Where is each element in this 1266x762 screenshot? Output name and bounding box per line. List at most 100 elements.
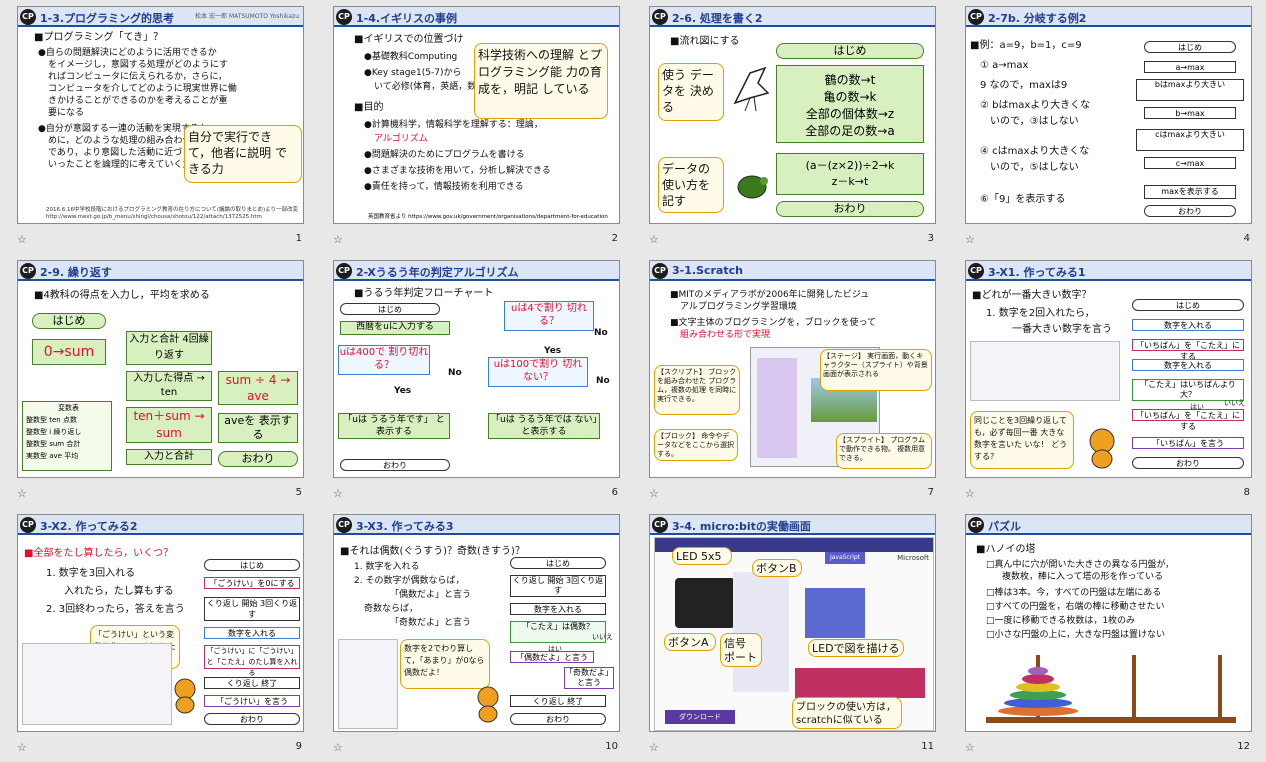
slide-number: 10 bbox=[605, 741, 618, 752]
flow-node: くり返し 終了 bbox=[204, 677, 300, 689]
text-line: いったことを論理的に考えていく力 bbox=[48, 160, 192, 170]
process-line: z－k→t bbox=[831, 175, 869, 188]
text-line: ■4教科の得点を入力し，平均を求める bbox=[34, 290, 210, 301]
callout: 使う データを 決める bbox=[658, 63, 724, 121]
text-line: ●問題解決のためにプログラムを書ける bbox=[364, 150, 525, 160]
logo-icon: CP bbox=[336, 517, 352, 533]
text-line: ●Key stage1(5-7)から bbox=[364, 68, 462, 78]
slide-cell-10[interactable]: CP 3-X3. 作ってみる3 ■それは偶数(ぐうすう)？奇数(きすう)？ 1. … bbox=[316, 508, 632, 762]
branch-label: Yes bbox=[544, 346, 562, 356]
slide-number: 12 bbox=[1237, 741, 1250, 752]
slide-header: CP 3-X1. 作ってみる1 bbox=[966, 261, 1251, 281]
text-line: ■ハノイの塔 bbox=[976, 544, 1036, 555]
radio-block bbox=[795, 668, 925, 698]
branch-label: はい bbox=[1190, 403, 1204, 411]
star-icon[interactable]: ☆ bbox=[17, 487, 27, 500]
flow-node: おわり bbox=[510, 713, 606, 725]
flow-node: おわり bbox=[218, 451, 298, 467]
star-icon[interactable]: ☆ bbox=[649, 487, 659, 500]
slide-cell-5[interactable]: CP 2-9. 繰り返す ■4教科の得点を入力し，平均を求める はじめ 0→sum… bbox=[0, 254, 316, 508]
callout: 【スプライト】 プログラムで動作できる物。 複数用意できる。 bbox=[836, 433, 932, 469]
callout: 数字を2でわり算して，「あまり」が0なら偶数だよ！ bbox=[400, 639, 490, 689]
star-icon[interactable]: ☆ bbox=[333, 487, 343, 500]
table-row: 整数型 sum 合計 bbox=[26, 440, 81, 448]
flow-node: b→max bbox=[1144, 107, 1236, 119]
slide-thumbnail[interactable]: CP 1-4.イギリスの事例 ■イギリスでの位置づけ ●基礎教科Computing… bbox=[333, 6, 620, 224]
text-line: ■MITのメディアラボが2006年に開発したビジュ bbox=[670, 290, 870, 300]
slide-thumbnail[interactable]: CP 1-3.プログラミング的思考 松本 宏一郎 MATSUMOTO Yoshika… bbox=[17, 6, 304, 224]
flow-node: cはmaxより大きい bbox=[1136, 129, 1244, 151]
flow-node: 0→sum bbox=[32, 339, 106, 365]
slide-thumbnail[interactable]: CP 3-X2. 作ってみる2 ■全部をたし算したら，いくつ？ 1. 数字を3回入… bbox=[17, 514, 304, 732]
slide-thumbnail[interactable]: CP 3-1.Scratch ■MITのメディアラボが2006年に開発したビジュ … bbox=[649, 260, 936, 478]
slide-thumbnail[interactable]: CP 3-X1. 作ってみる1 ■どれが一番大きい数字？ 1. 数字を2回入れたら… bbox=[965, 260, 1252, 478]
star-icon[interactable]: ☆ bbox=[965, 741, 975, 754]
slide-cell-3[interactable]: CP 2-6. 処理を書く2 ■流れ図にする はじめ 鶴の数→t 亀の数→k 全部の個… bbox=[632, 0, 948, 254]
star-icon[interactable]: ☆ bbox=[17, 741, 27, 754]
process-line: (a－(z×2))÷2→k bbox=[805, 159, 895, 172]
flow-node: おわり bbox=[340, 459, 450, 471]
branch-label: いいえ bbox=[1224, 399, 1245, 407]
slide-title: 3-4. micro:bitの実働画面 bbox=[672, 520, 811, 533]
text-line: ■プログラミング「てき」？ bbox=[34, 32, 164, 43]
slide-thumbnail[interactable]: CP 3-4. micro:bitの実働画面 JavaScript Microso… bbox=[649, 514, 936, 732]
flow-node: maxを表示する bbox=[1144, 185, 1236, 199]
flow-node: sum ÷ 4 → ave bbox=[218, 371, 298, 405]
text-line: いので，③はしない bbox=[990, 116, 1079, 127]
category-list bbox=[733, 572, 789, 692]
slide-cell-8[interactable]: CP 3-X1. 作ってみる1 ■どれが一番大きい数字？ 1. 数字を2回入れたら… bbox=[948, 254, 1264, 508]
slide-cell-2[interactable]: CP 1-4.イギリスの事例 ■イギリスでの位置づけ ●基礎教科Computing… bbox=[316, 0, 632, 254]
slide-number: 7 bbox=[927, 487, 934, 498]
flow-node: 「いちばん」を「こたえ」にする bbox=[1132, 339, 1244, 361]
branch-label: No bbox=[596, 376, 610, 386]
hanoi-tower-image bbox=[986, 655, 1236, 723]
star-icon[interactable]: ☆ bbox=[333, 741, 343, 754]
slide-header: CP 2-6. 処理を書く2 bbox=[650, 7, 935, 27]
slide-title: 2-6. 処理を書く2 bbox=[672, 12, 763, 25]
logo-icon: CP bbox=[336, 9, 352, 25]
flow-node: 数字を入れる bbox=[204, 627, 300, 639]
slide-cell-7[interactable]: CP 3-1.Scratch ■MITのメディアラボが2006年に開発したビジュ … bbox=[632, 254, 948, 508]
star-icon[interactable]: ☆ bbox=[649, 741, 659, 754]
slide-header: CP 1-4.イギリスの事例 bbox=[334, 7, 619, 27]
slide-cell-12[interactable]: CP パズル ■ハノイの塔 □真ん中に穴が開いた大きさの異なる円盤が， 複数枚，棒… bbox=[948, 508, 1264, 762]
star-icon[interactable]: ☆ bbox=[649, 233, 659, 246]
author: 松本 宏一郎 MATSUMOTO Yoshikazu bbox=[195, 13, 299, 20]
text-line: □棒は3本。今，すべての円盤は左端にある bbox=[986, 588, 1162, 598]
flow-node: くり返し 開始 3回くり返す bbox=[510, 575, 606, 597]
scratch-blocks bbox=[338, 639, 398, 729]
js-tab[interactable]: JavaScript bbox=[825, 552, 865, 564]
slide-thumbnail[interactable]: CP 2-9. 繰り返す ■4教科の得点を入力し，平均を求める はじめ 0→sum… bbox=[17, 260, 304, 478]
slide-thumbnail[interactable]: CP パズル ■ハノイの塔 □真ん中に穴が開いた大きさの異なる円盤が， 複数枚，棒… bbox=[965, 514, 1252, 732]
slide-cell-4[interactable]: CP 2-7b. 分岐する例2 ■例：a=9，b=1，c=9 ① a→max 9 … bbox=[948, 0, 1264, 254]
text-line: 2. その数字が偶数ならば， bbox=[354, 576, 465, 586]
star-icon[interactable]: ☆ bbox=[17, 233, 27, 246]
slide-title: 1-3.プログラミング的思考 bbox=[40, 12, 175, 25]
text-line: ② bはmaxより大きくな bbox=[980, 100, 1091, 111]
text-line: 入れたら，たし算もする bbox=[64, 586, 174, 597]
slide-cell-9[interactable]: CP 3-X2. 作ってみる2 ■全部をたし算したら，いくつ？ 1. 数字を3回入… bbox=[0, 508, 316, 762]
block-palette bbox=[757, 358, 797, 458]
slide-thumbnail[interactable]: CP 2-7b. 分岐する例2 ■例：a=9，b=1，c=9 ① a→max 9 … bbox=[965, 6, 1252, 224]
slide-cell-1[interactable]: CP 1-3.プログラミング的思考 松本 宏一郎 MATSUMOTO Yoshika… bbox=[0, 0, 316, 254]
slide-thumbnail[interactable]: CP 2-6. 処理を書く2 ■流れ図にする はじめ 鶴の数→t 亀の数→k 全部の個… bbox=[649, 6, 936, 224]
text-line: 組み合わせる形で実現 bbox=[680, 330, 771, 340]
flow-node: はじめ bbox=[204, 559, 300, 571]
slide-cell-6[interactable]: CP 2-Xうるう年の判定アルゴリズム ■うるう年判定フローチャート はじめ 西暦… bbox=[316, 254, 632, 508]
callout: 自分で実行でき て，他者に説明 できる力 bbox=[184, 125, 302, 183]
text-line: ●さまざまな技術を用いて，分析し解決できる bbox=[364, 166, 551, 176]
star-icon[interactable]: ☆ bbox=[965, 233, 975, 246]
text-line: コンピュータを介してどのように現実世界に働 bbox=[48, 84, 237, 94]
star-icon[interactable]: ☆ bbox=[333, 233, 343, 246]
star-icon[interactable]: ☆ bbox=[965, 487, 975, 500]
slide-thumbnail[interactable]: CP 2-Xうるう年の判定アルゴリズム ■うるう年判定フローチャート はじめ 西暦… bbox=[333, 260, 620, 478]
slide-cell-11[interactable]: CP 3-4. micro:bitの実働画面 JavaScript Microso… bbox=[632, 508, 948, 762]
download-button[interactable]: ダウンロード bbox=[665, 710, 735, 724]
slide-title: 2-7b. 分岐する例2 bbox=[988, 12, 1087, 25]
slide-header: CP 2-9. 繰り返す bbox=[18, 261, 303, 281]
slide-thumbnail[interactable]: CP 3-X3. 作ってみる3 ■それは偶数(ぐうすう)？奇数(きすう)？ 1. … bbox=[333, 514, 620, 732]
process-line: 鶴の数→t bbox=[824, 73, 876, 87]
logo-icon: CP bbox=[968, 517, 984, 533]
text-line: 2. 3回終わったら，答えを言う bbox=[46, 604, 185, 615]
text-line: ●自らの問題解決にどのように活用できるか bbox=[38, 48, 217, 58]
